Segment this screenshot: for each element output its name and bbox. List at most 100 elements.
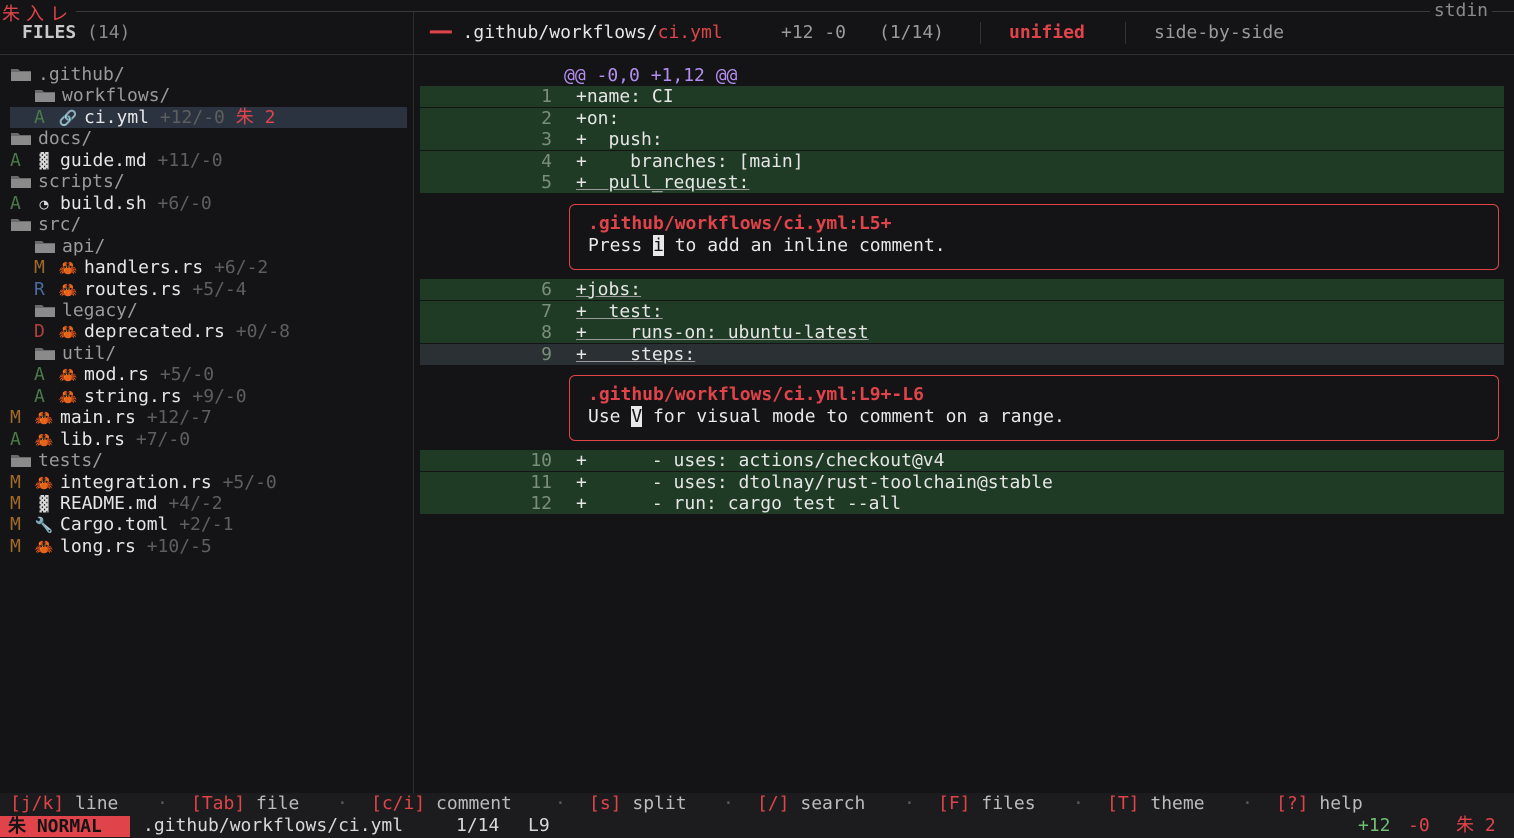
- tree-file[interactable]: A 🦀 string.rs +9/-0: [10, 386, 247, 407]
- line-content: + pull_request:: [576, 172, 750, 193]
- diff-line[interactable]: 8 + runs-on: ubuntu-latest: [420, 322, 1504, 343]
- diff-line[interactable]: 7 + test:: [420, 300, 1504, 322]
- line-content: + steps:: [576, 343, 696, 365]
- file-name: handlers.rs: [84, 257, 204, 279]
- file-name: main.rs: [60, 407, 136, 429]
- tree-file[interactable]: M ▓ README.md +4/-2: [10, 493, 223, 514]
- mode-unified-tab[interactable]: unified: [1009, 22, 1085, 43]
- tree-folder[interactable]: tests/: [10, 450, 103, 471]
- tree-folder[interactable]: legacy/: [10, 300, 138, 321]
- keyhint-item: [F] files: [938, 793, 1036, 815]
- folder-name: tests/: [38, 450, 104, 472]
- folder-name: util/: [62, 342, 117, 364]
- file-status: A: [34, 364, 45, 386]
- comment-message: Use V for visual mode to comment on a ra…: [588, 406, 1065, 427]
- key-hint: V: [631, 406, 643, 427]
- folder-icon: [10, 128, 38, 149]
- file-status: D: [34, 321, 45, 343]
- diff-line[interactable]: 1 +name: CI: [420, 86, 1504, 107]
- sidebar-divider: [0, 54, 413, 55]
- tree-file[interactable]: M 🦀 long.rs +10/-5: [10, 536, 212, 557]
- file-status: M: [10, 493, 21, 514]
- tree-folder[interactable]: scripts/: [10, 171, 125, 192]
- tree-file[interactable]: A 🔗 ci.yml +12/-0 朱 2: [10, 106, 407, 128]
- keyhint-item: [/] search: [757, 793, 865, 815]
- tree-file[interactable]: M 🔧 Cargo.toml +2/-1: [10, 514, 233, 535]
- files-title-label: FILES: [22, 22, 77, 43]
- diff-line[interactable]: 10 + - uses: actions/checkout@v4: [420, 450, 1504, 471]
- tree-folder[interactable]: util/: [10, 343, 116, 364]
- diff-line[interactable]: 5 + pull_request:: [420, 172, 1504, 193]
- keyhint-key: [Tab]: [191, 793, 246, 814]
- tree-file[interactable]: M 🦀 handlers.rs +6/-2: [10, 257, 268, 278]
- path-dir: .github/workflows/: [462, 22, 658, 43]
- file-status: M: [10, 407, 21, 429]
- tree-folder[interactable]: .github/: [10, 64, 125, 85]
- folder-icon: [34, 300, 62, 321]
- keyhint-separator: ·: [555, 793, 566, 814]
- status-path: .github/workflows/ci.yml: [143, 815, 404, 836]
- tree-file[interactable]: M 🦀 main.rs +12/-7: [10, 407, 212, 428]
- line-content: +on:: [576, 107, 620, 129]
- comment-message: Press i to add an inline comment.: [588, 235, 946, 256]
- diff-line[interactable]: 12 + - run: cargo test --all: [420, 493, 1504, 514]
- file-stats: +0/-8: [235, 321, 290, 343]
- tree-folder[interactable]: docs/: [10, 128, 92, 149]
- file-name: deprecated.rs: [84, 321, 225, 343]
- tree-folder[interactable]: workflows/: [10, 85, 170, 106]
- tree-file[interactable]: R 🦀 routes.rs +5/-4: [10, 279, 247, 300]
- tree-file[interactable]: A ▓ guide.md +11/-0: [10, 150, 223, 171]
- keyhint-separator: ·: [1242, 793, 1253, 814]
- diff-line[interactable]: 2 +on:: [420, 107, 1504, 129]
- keyhint-key: [/]: [757, 793, 790, 814]
- crab-icon: 🦀: [58, 280, 78, 299]
- tree-folder[interactable]: src/: [10, 214, 81, 235]
- folder-name: docs/: [38, 128, 93, 150]
- keyhint-item: [j/k] line: [10, 793, 118, 815]
- diff-line[interactable]: 4 + branches: [main]: [420, 150, 1504, 172]
- file-name: Cargo.toml: [60, 514, 169, 536]
- tree-file[interactable]: A 🦀 mod.rs +5/-0: [10, 364, 214, 385]
- keyhint-desc: theme: [1139, 793, 1205, 814]
- tree-file[interactable]: A ◔ build.sh +6/-0: [10, 193, 212, 214]
- file-status: A: [34, 106, 45, 128]
- mode-side-by-side-tab[interactable]: side-by-side: [1154, 22, 1284, 43]
- diff-line[interactable]: 6 +jobs:: [420, 279, 1504, 300]
- keyhint-desc: line: [64, 793, 119, 814]
- inline-comment-hint: .github/workflows/ci.yml:L5+ Press i to …: [569, 204, 1499, 270]
- crab-icon: 🦀: [34, 537, 54, 556]
- line-number: 12: [530, 493, 552, 514]
- keyhint-key: [j/k]: [10, 793, 65, 814]
- tree-folder[interactable]: api/: [10, 236, 105, 257]
- files-count: (14): [87, 22, 131, 43]
- status-line: L9: [528, 815, 550, 836]
- line-content: + - uses: actions/checkout@v4: [576, 450, 945, 471]
- line-number: 7: [541, 300, 552, 322]
- folder-name: scripts/: [38, 171, 125, 193]
- file-name: long.rs: [60, 535, 136, 557]
- file-stats: +12/-0: [159, 106, 225, 128]
- keyhint-separator: ·: [904, 793, 915, 814]
- tree-file[interactable]: M 🦀 integration.rs +5/-0: [10, 472, 277, 493]
- keyhint-key: [T]: [1107, 793, 1140, 814]
- keyhint-separator: ·: [723, 793, 734, 814]
- file-stats: +2/-1: [179, 514, 234, 536]
- status-removed: -0: [1408, 815, 1430, 836]
- line-number: 9: [541, 343, 552, 365]
- line-content: + - uses: dtolnay/rust-toolchain@stable: [576, 471, 1053, 493]
- diff-line[interactable]: 9 + steps:: [420, 343, 1504, 365]
- file-name: build.sh: [60, 192, 147, 214]
- file-name: README.md: [60, 493, 158, 514]
- folder-icon: [34, 236, 62, 257]
- line-content: +name: CI: [576, 86, 674, 107]
- tree-file[interactable]: A 🦀 lib.rs +7/-0: [10, 429, 190, 450]
- file-stats: +10/-5: [146, 535, 212, 557]
- diff-line[interactable]: 11 + - uses: dtolnay/rust-toolchain@stabl…: [420, 471, 1504, 493]
- tree-file[interactable]: D 🦀 deprecated.rs +0/-8: [10, 321, 290, 342]
- mode-separator: [980, 22, 981, 44]
- line-number: 11: [530, 471, 552, 493]
- key-hint: i: [653, 235, 664, 256]
- keyhint-desc: file: [245, 793, 300, 814]
- diff-line[interactable]: 3 + push:: [420, 129, 1504, 150]
- line-content: + runs-on: ubuntu-latest: [576, 322, 869, 343]
